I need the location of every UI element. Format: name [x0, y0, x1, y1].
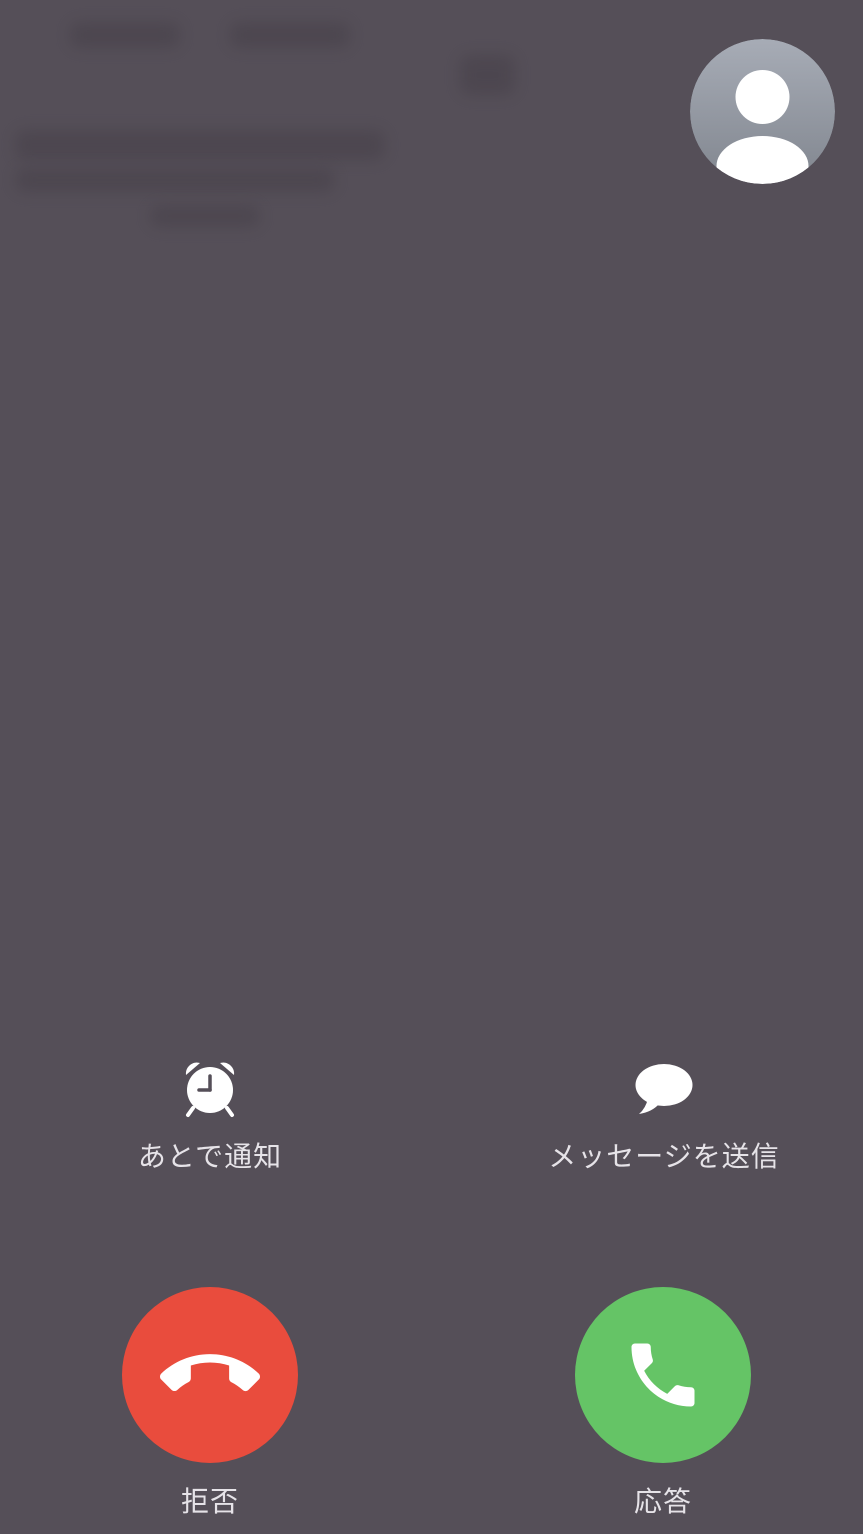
accept-button[interactable]	[575, 1287, 751, 1463]
send-message-button[interactable]: メッセージを送信	[514, 1058, 814, 1175]
decline-label: 拒否	[180, 1485, 239, 1518]
caller-avatar	[690, 39, 835, 184]
send-message-label: メッセージを送信	[548, 1140, 780, 1173]
accept-label: 応答	[633, 1485, 692, 1518]
person-icon	[690, 39, 835, 184]
message-bubble-icon	[635, 1064, 693, 1114]
phone-icon	[631, 1343, 695, 1407]
remind-later-label: あとで通知	[137, 1140, 283, 1173]
phone-hangup-icon	[160, 1354, 260, 1392]
decline-button[interactable]	[122, 1287, 298, 1463]
alarm-clock-icon	[185, 1062, 235, 1117]
remind-later-button[interactable]: あとで通知	[60, 1058, 360, 1175]
